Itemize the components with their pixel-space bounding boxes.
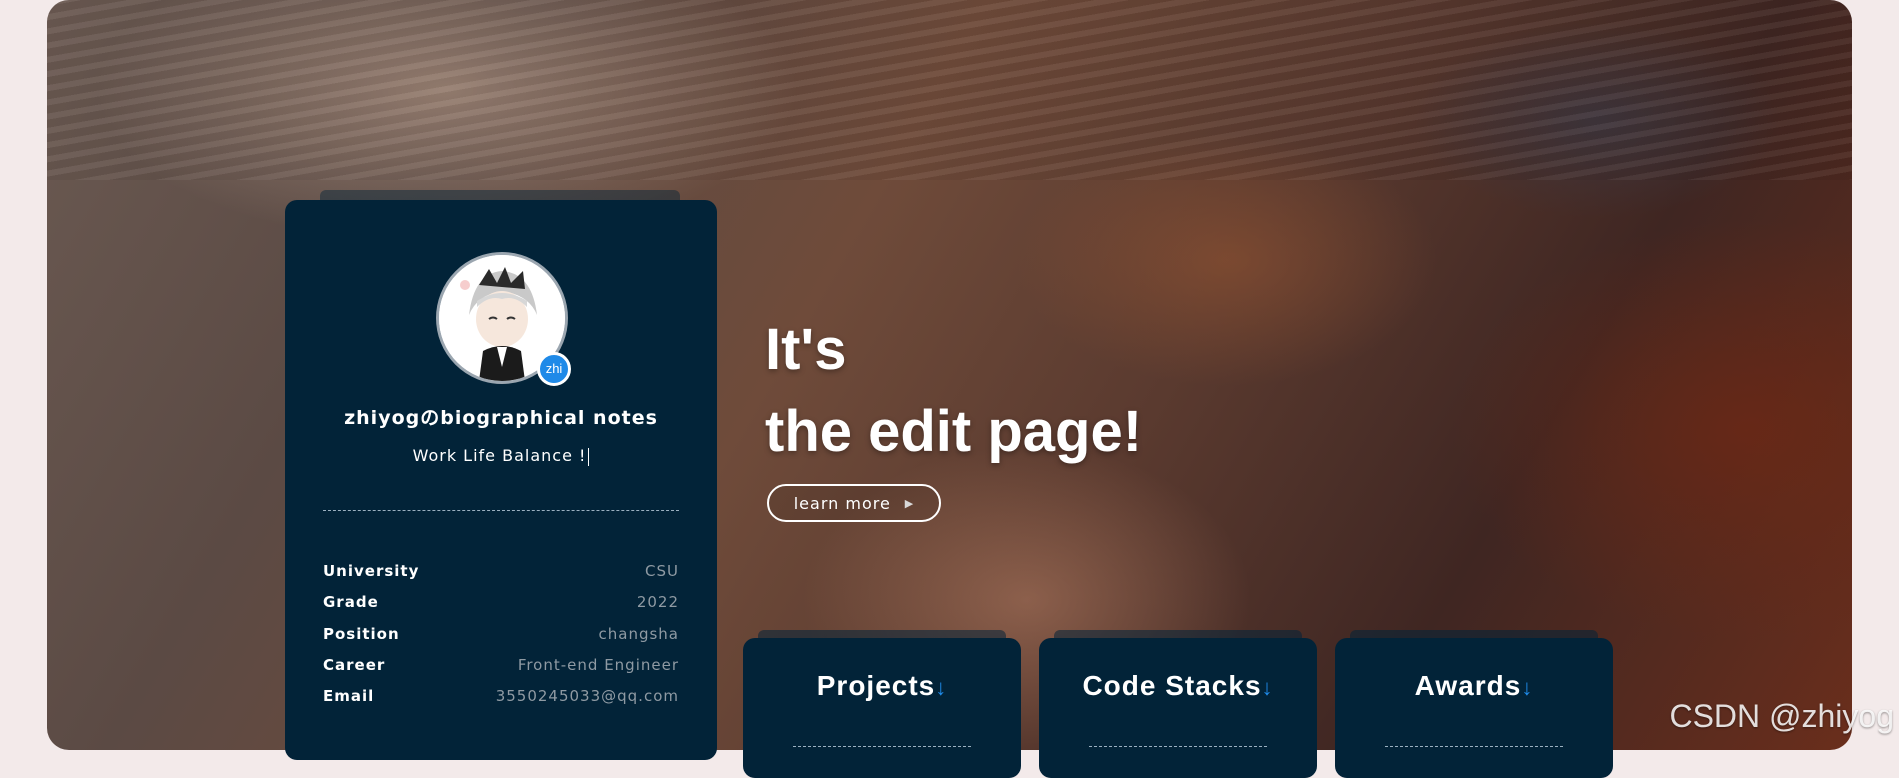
arrow-down-icon: ↓ [935,675,948,700]
motto-text: Work Life Balance ! [412,446,587,465]
watermark: CSDN @zhiyog [1669,698,1894,734]
info-value[interactable]: 3550245033@qq.com [496,687,679,705]
info-value: 2022 [636,593,679,611]
card-tab [1054,630,1302,638]
profile-title: zhiyogのbiographical notes [344,407,658,429]
profile-card: zhi zhiyogのbiographical notes Work Life … [285,200,717,760]
card-projects[interactable]: Projects↓ [743,630,1021,778]
info-label: University [323,562,420,580]
card-awards[interactable]: Awards↓ [1335,630,1613,778]
profile-motto: Work Life Balance ! [285,446,717,466]
profile-card-tab [320,190,680,200]
card-divider [1385,746,1563,747]
play-triangle-icon: ▶ [904,496,915,510]
card-divider [1089,746,1267,747]
card-title-text: Code Stacks [1082,670,1262,701]
card-title: Awards↓ [1335,670,1613,702]
info-value: changsha [598,625,679,643]
card-title: Code Stacks↓ [1039,670,1317,702]
water-surface [47,0,1852,180]
info-row-university: University CSU [323,560,679,582]
info-label: Position [323,625,400,643]
card-title-text: Awards [1414,670,1522,701]
info-row-career: Career Front-end Engineer [323,654,679,676]
info-value: CSU [645,562,679,580]
hero-headline-line2: the edit page! [765,399,1143,464]
typing-caret [588,447,590,466]
card-code-stacks[interactable]: Code Stacks↓ [1039,630,1317,778]
info-value: Front-end Engineer [517,656,679,674]
learn-more-label: learn more [793,493,891,513]
info-label: Career [323,656,386,674]
card-title: Projects↓ [743,670,1021,702]
profile-divider [323,510,679,511]
card-title-text: Projects [816,670,936,701]
info-row-position: Position changsha [323,623,679,645]
info-row-email: Email 3550245033@qq.com [323,685,679,707]
info-row-grade: Grade 2022 [323,591,679,613]
arrow-down-icon: ↓ [1521,675,1534,700]
arrow-down-icon: ↓ [1261,675,1274,700]
hero-headline-line1: It's [765,317,847,382]
card-tab [758,630,1006,638]
card-divider [793,746,971,747]
info-label: Email [323,687,375,705]
info-label: Grade [323,593,379,611]
avatar-badge: zhi [537,352,571,386]
learn-more-button[interactable]: learn more ▶ [767,484,941,522]
card-tab [1350,630,1598,638]
